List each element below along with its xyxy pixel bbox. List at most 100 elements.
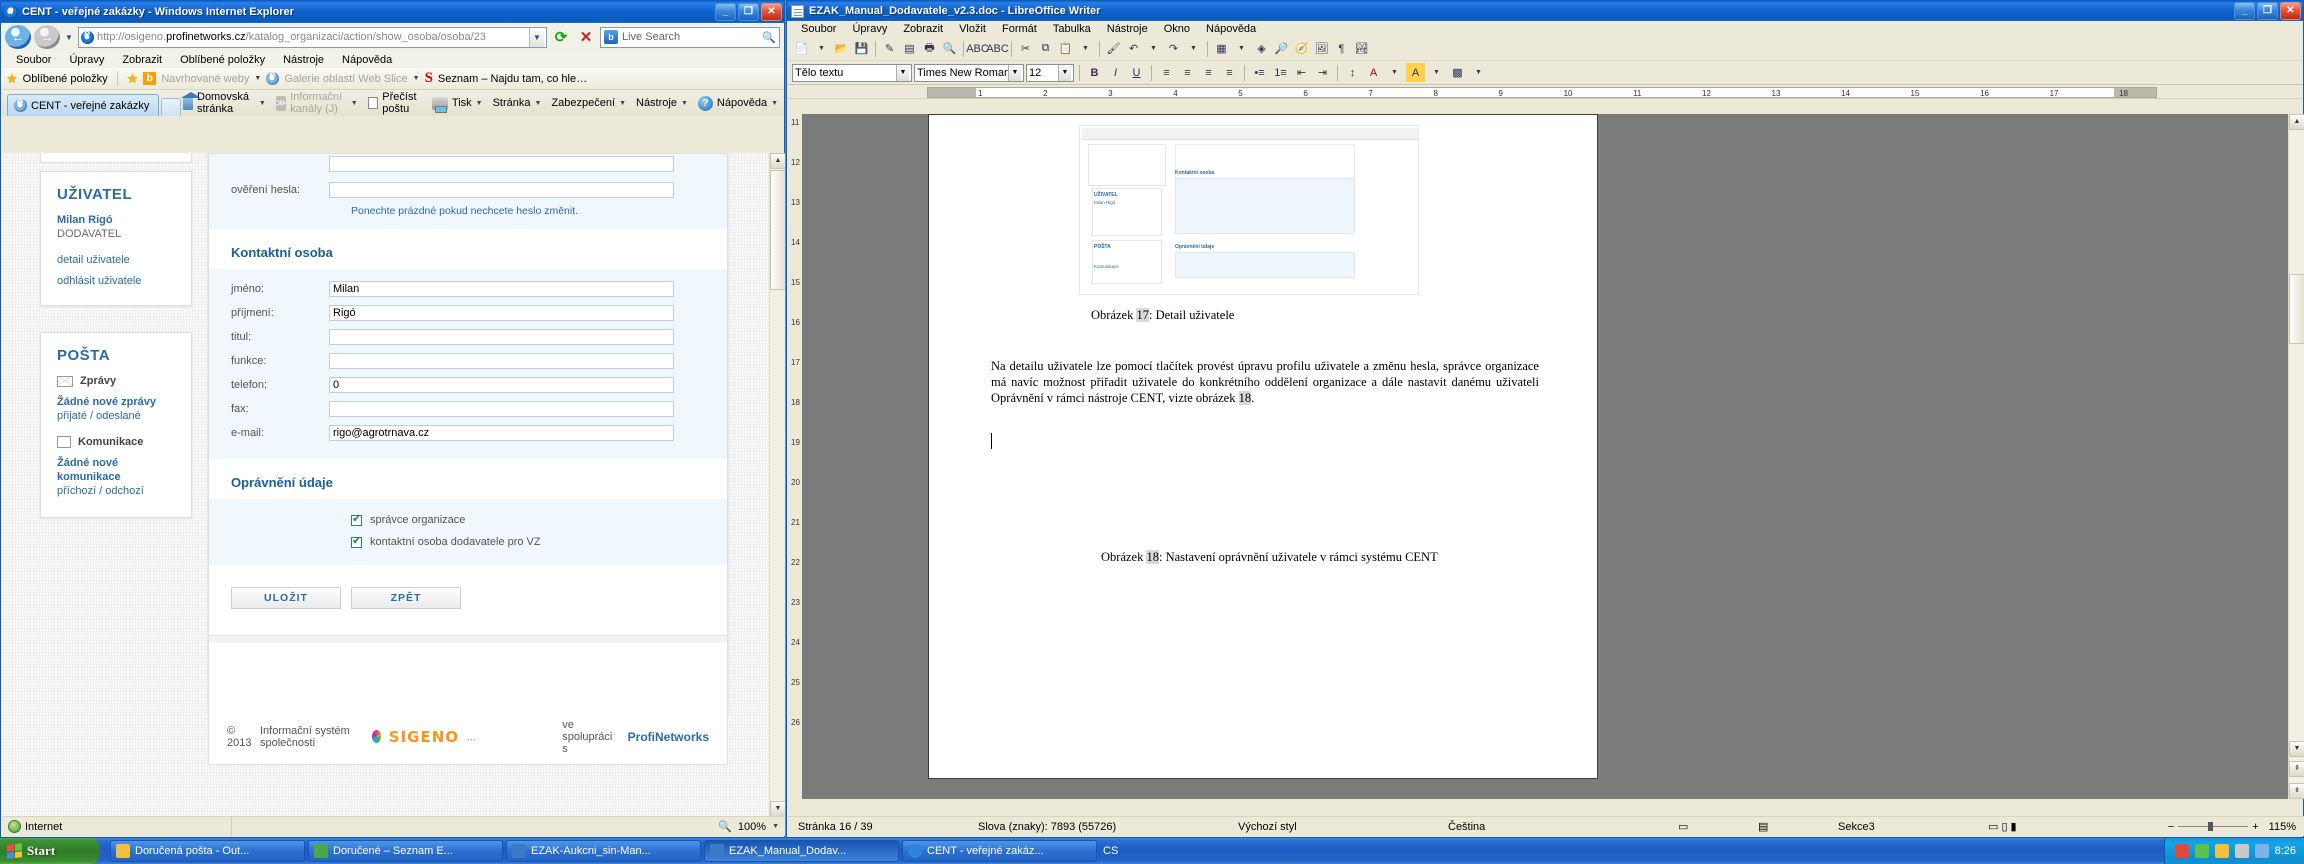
underline-icon[interactable]: U [1127,63,1146,82]
checkbox-kontaktni-osoba[interactable] [351,535,362,548]
export-pdf-icon[interactable]: ▤ [900,39,919,58]
new-document-icon[interactable]: 📄 [792,39,811,58]
paragraph-style-combo[interactable]: Tělo textu ▼ [792,63,912,82]
address-input[interactable]: http://osigeno.profinetworks.cz/katalog_… [78,26,547,48]
save-icon[interactable]: 💾 [852,39,871,58]
font-color-dropdown-icon[interactable]: ▼ [1385,63,1404,82]
redo-dropdown-icon[interactable]: ▼ [1184,39,1203,58]
new-dropdown-icon[interactable]: ▼ [812,39,831,58]
new-tab-button[interactable] [160,98,181,116]
input-funkce[interactable] [329,353,674,369]
command-security[interactable]: Zabezpečení ▼ [551,97,626,109]
input-jmeno[interactable]: Milan [329,281,674,297]
zoom-knob[interactable] [2208,822,2214,831]
align-left-icon[interactable]: ≡ [1157,63,1176,82]
find-replace-icon[interactable]: 🔎 [1272,39,1291,58]
lo-menu-zobrazit[interactable]: Zobrazit [895,23,951,35]
input-fax[interactable] [329,401,674,417]
lo-menu-vlozit[interactable]: Vložit [951,23,994,35]
stop-icon[interactable]: ✕ [575,26,597,48]
zoom-dropdown-icon[interactable]: ▼ [772,823,779,830]
menu-zobrazit[interactable]: Zobrazit [113,54,171,66]
paste-dropdown-icon[interactable]: ▼ [1076,39,1095,58]
align-right-icon[interactable]: ≡ [1199,63,1218,82]
scroll-down-arrow[interactable]: ▼ [770,801,785,817]
align-center-icon[interactable]: ≡ [1178,63,1197,82]
edit-file-icon[interactable]: ✎ [880,39,899,58]
taskbar-item-outlook[interactable]: Doručená pošta - Out... [110,840,305,862]
status-view-layout[interactable]: ▭ ▯ ▮ [1978,820,2098,833]
lo-menu-soubor[interactable]: Soubor [793,23,844,35]
language-indicator[interactable]: CS [1097,845,1124,857]
maximize-button[interactable]: ❐ [738,3,759,21]
taskbar-item-ezak-aukcni[interactable]: EZAK-Aukcni_sin-Man... [506,840,701,862]
lo-menu-okno[interactable]: Okno [1156,23,1198,35]
zoom-track[interactable] [2178,822,2249,831]
suggested-sites-button[interactable]: Navrhované weby [161,73,249,85]
next-page-button[interactable]: ⇟ [2289,783,2304,799]
tray-icon-4[interactable] [2234,844,2249,858]
lo-restore-button[interactable]: ❐ [2257,2,2278,20]
back-button[interactable]: ← [5,25,31,49]
tray-clock[interactable]: 8:26 [2275,845,2296,857]
taskbar-item-ezak-manual[interactable]: EZAK_Manual_Dodav... [704,840,899,862]
lo-menu-nastroje[interactable]: Nástroje [1099,23,1156,35]
ordered-list-icon[interactable]: 1≡ [1271,63,1290,82]
autospell-icon[interactable]: ABC [986,39,1009,58]
gallery-icon[interactable]: 🖼 [1312,39,1331,58]
page-dropdown-icon[interactable]: ▼ [535,100,542,107]
lo-menu-format[interactable]: Formát [994,23,1045,35]
menu-upravy[interactable]: Úpravy [60,54,113,66]
lo-document-area[interactable]: 11 12 13 14 15 16 17 18 19 20 21 22 23 2… [788,114,2304,799]
undo-icon[interactable]: ↶ [1124,39,1143,58]
ruler-track[interactable]: 1 2 3 4 5 6 7 8 9 10 11 12 13 14 15 16 1 [927,87,2157,98]
lo-scroll-up-arrow[interactable]: ▲ [2289,114,2304,130]
seznam-link[interactable]: Seznam – Najdu tam, co hle… [438,73,587,85]
menu-oblibene-polozky[interactable]: Oblíbené položky [171,54,274,66]
lo-scroll-down-arrow[interactable]: ▼ [2289,741,2304,757]
highlight-icon[interactable]: A [1406,63,1425,82]
document-page[interactable]: UŽIVATEL Milan Rigó POŠTA Komunikace Kon… [928,114,1598,779]
table-dropdown-icon[interactable]: ▼ [1232,39,1251,58]
address-dropdown-arrow[interactable]: ▼ [529,27,544,47]
command-tools[interactable]: Nástroje ▼ [636,97,688,109]
zoom-out-icon[interactable]: − [2168,821,2174,833]
back-button[interactable]: ZPĚT [351,587,461,609]
clone-formatting-icon[interactable]: 🖌 [1104,39,1123,58]
font-name-combo[interactable]: Times New Roman ▼ [914,63,1024,82]
command-print[interactable]: Tisk ▼ [431,96,483,113]
line-spacing-icon[interactable]: ↕ [1343,63,1362,82]
font-size-dropdown-icon[interactable]: ▼ [1058,64,1071,81]
justify-icon[interactable]: ≡ [1220,63,1239,82]
tab-cent[interactable]: CENT - veřejné zakázky [7,94,159,116]
undo-dropdown-icon[interactable]: ▼ [1144,39,1163,58]
lo-menu-upravy[interactable]: Úpravy [844,23,895,35]
command-feeds[interactable]: ≫ Informační kanály (J) ▼ [275,91,358,115]
command-home[interactable]: Domovská stránka ▼ [180,91,266,115]
input-titul[interactable] [329,329,674,345]
show-draw-functions-icon[interactable]: ◈ [1252,39,1271,58]
search-input[interactable]: b Live Search 🔍 [600,26,780,48]
zoom-in-icon[interactable]: + [2252,821,2258,833]
input-email[interactable]: rigo@agrotrnava.cz [329,425,674,441]
link-odhlasit-uzivatele[interactable]: odhlásit uživatele [57,275,175,287]
add-favorite-icon[interactable]: ★ [127,71,139,87]
command-page[interactable]: Stránka ▼ [493,97,542,109]
checkbox-spravce-organizace[interactable] [351,513,362,526]
print-dropdown-icon[interactable]: ▼ [476,100,483,107]
background-dropdown-icon[interactable]: ▼ [1469,63,1488,82]
communication-sub-links[interactable]: příchozí / odchozí [57,485,175,497]
lo-menu-napoveda[interactable]: Nápověda [1198,23,1264,35]
background-color-icon[interactable]: ▩ [1448,63,1467,82]
print-icon[interactable]: 🖶 [920,39,939,58]
cut-icon[interactable]: ✂ [1016,39,1035,58]
input-telefon[interactable]: 0 [329,377,674,393]
minimize-button[interactable]: _ [715,3,736,21]
input-overeni-hesla[interactable] [329,182,674,198]
menu-nastroje[interactable]: Nástroje [274,54,333,66]
zoom-slider[interactable]: − + 115% [2168,821,2304,833]
taskbar-item-seznam[interactable]: Doručené – Seznam E... [308,840,503,862]
close-button[interactable]: ✕ [761,3,782,21]
italic-icon[interactable]: I [1106,63,1125,82]
formatting-marks-icon[interactable]: ¶ [1332,39,1351,58]
